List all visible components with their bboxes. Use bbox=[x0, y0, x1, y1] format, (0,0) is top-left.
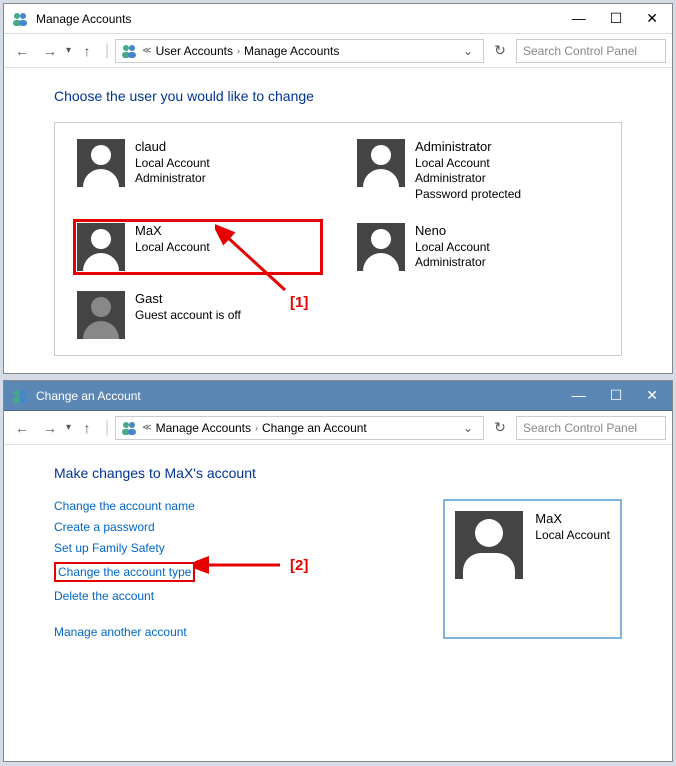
chevron-icon: ≪ bbox=[142, 422, 151, 433]
account-tile[interactable]: AdministratorLocal AccountAdministratorP… bbox=[353, 135, 603, 207]
action-link[interactable]: Delete the account bbox=[54, 589, 195, 603]
account-detail: Local Account bbox=[135, 156, 210, 172]
breadcrumb-segment[interactable]: User Accounts bbox=[156, 44, 233, 58]
user-accounts-icon bbox=[120, 420, 138, 436]
account-detail: Local Account bbox=[415, 240, 490, 256]
avatar-icon bbox=[77, 223, 125, 271]
minimize-button[interactable]: — bbox=[566, 10, 592, 27]
search-input[interactable]: Search Control Panel bbox=[516, 416, 666, 440]
account-info: MaX Local Account bbox=[535, 511, 610, 543]
refresh-button[interactable]: ↻ bbox=[488, 39, 512, 63]
selected-account-tile[interactable]: MaX Local Account bbox=[443, 499, 622, 639]
window-manage-accounts: Manage Accounts — ☐ ✕ ← → ▾ ↑ | ≪ User A… bbox=[3, 3, 673, 374]
breadcrumb-segment[interactable]: Manage Accounts bbox=[156, 421, 251, 435]
action-link[interactable]: Change the account type bbox=[54, 562, 195, 582]
minimize-button[interactable]: — bbox=[566, 387, 592, 404]
account-detail: Administrator bbox=[415, 255, 490, 271]
back-button[interactable]: ← bbox=[10, 39, 34, 63]
avatar-icon bbox=[357, 139, 405, 187]
account-name: MaX bbox=[135, 223, 210, 240]
breadcrumb-dropdown[interactable]: ⌄ bbox=[457, 421, 479, 435]
account-detail: Local Account bbox=[135, 240, 210, 256]
account-detail: Guest account is off bbox=[135, 308, 241, 324]
window-controls: — ☐ ✕ bbox=[566, 10, 664, 27]
avatar-icon bbox=[77, 139, 125, 187]
titlebar[interactable]: Change an Account — ☐ ✕ bbox=[4, 381, 672, 411]
user-accounts-icon bbox=[12, 388, 28, 404]
action-link[interactable]: Set up Family Safety bbox=[54, 541, 195, 555]
maximize-button[interactable]: ☐ bbox=[604, 387, 629, 404]
account-name: Neno bbox=[415, 223, 490, 240]
search-input[interactable]: Search Control Panel bbox=[516, 39, 666, 63]
refresh-button[interactable]: ↻ bbox=[488, 416, 512, 440]
account-name: Gast bbox=[135, 291, 241, 308]
manage-another-link[interactable]: Manage another account bbox=[54, 625, 195, 639]
up-button[interactable]: ↑ bbox=[75, 416, 99, 440]
account-tile[interactable]: claudLocal AccountAdministrator bbox=[73, 135, 323, 207]
history-dropdown[interactable]: ▾ bbox=[66, 422, 71, 433]
close-button[interactable]: ✕ bbox=[640, 10, 664, 27]
account-name: MaX bbox=[535, 511, 610, 528]
account-detail: Password protected bbox=[415, 187, 521, 203]
user-accounts-icon bbox=[120, 43, 138, 59]
maximize-button[interactable]: ☐ bbox=[604, 10, 629, 27]
breadcrumb-segment[interactable]: Manage Accounts bbox=[244, 44, 339, 58]
window-title: Manage Accounts bbox=[36, 12, 566, 26]
navbar: ← → ▾ ↑ | ≪ Manage Accounts › Change an … bbox=[4, 411, 672, 445]
forward-button[interactable]: → bbox=[38, 39, 62, 63]
account-name: Administrator bbox=[415, 139, 521, 156]
up-button[interactable]: ↑ bbox=[75, 39, 99, 63]
page-heading: Make changes to MaX's account bbox=[54, 465, 622, 481]
account-info: claudLocal AccountAdministrator bbox=[135, 139, 210, 203]
back-button[interactable]: ← bbox=[10, 416, 34, 440]
window-controls: — ☐ ✕ bbox=[566, 387, 664, 404]
history-dropdown[interactable]: ▾ bbox=[66, 45, 71, 56]
breadcrumb-segment[interactable]: Change an Account bbox=[262, 421, 367, 435]
window-change-account: Change an Account — ☐ ✕ ← → ▾ ↑ | ≪ Mana… bbox=[3, 380, 673, 762]
window-title: Change an Account bbox=[36, 389, 566, 403]
account-tile[interactable]: NenoLocal AccountAdministrator bbox=[353, 219, 603, 275]
avatar-icon bbox=[455, 511, 523, 579]
chevron-icon: ≪ bbox=[142, 45, 151, 56]
close-button[interactable]: ✕ bbox=[640, 387, 664, 404]
breadcrumb-dropdown[interactable]: ⌄ bbox=[457, 44, 479, 58]
action-link[interactable]: Change the account name bbox=[54, 499, 195, 513]
forward-button[interactable]: → bbox=[38, 416, 62, 440]
account-info: AdministratorLocal AccountAdministratorP… bbox=[415, 139, 521, 203]
account-info: MaXLocal Account bbox=[135, 223, 210, 271]
chevron-right-icon: › bbox=[237, 46, 240, 56]
account-type: Local Account bbox=[535, 528, 610, 544]
action-link[interactable]: Create a password bbox=[54, 520, 195, 534]
breadcrumb[interactable]: ≪ User Accounts › Manage Accounts ⌄ bbox=[115, 39, 484, 63]
chevron-right-icon: › bbox=[255, 423, 258, 433]
user-accounts-icon bbox=[12, 11, 28, 27]
titlebar[interactable]: Manage Accounts — ☐ ✕ bbox=[4, 4, 672, 34]
breadcrumb[interactable]: ≪ Manage Accounts › Change an Account ⌄ bbox=[115, 416, 484, 440]
action-links: Change the account name Create a password… bbox=[54, 499, 195, 639]
account-info: NenoLocal AccountAdministrator bbox=[415, 223, 490, 271]
account-detail: Administrator bbox=[135, 171, 210, 187]
account-tile[interactable]: GastGuest account is off bbox=[73, 287, 323, 343]
navbar: ← → ▾ ↑ | ≪ User Accounts › Manage Accou… bbox=[4, 34, 672, 68]
account-detail: Administrator bbox=[415, 171, 521, 187]
account-tile[interactable]: MaXLocal Account bbox=[73, 219, 323, 275]
account-name: claud bbox=[135, 139, 210, 156]
account-detail: Local Account bbox=[415, 156, 521, 172]
account-info: GastGuest account is off bbox=[135, 291, 241, 339]
accounts-list: claudLocal AccountAdministratorAdministr… bbox=[54, 122, 622, 356]
content-area: Make changes to MaX's account Change the… bbox=[4, 445, 672, 659]
avatar-icon bbox=[77, 291, 125, 339]
page-heading: Choose the user you would like to change bbox=[54, 88, 622, 104]
avatar-icon bbox=[357, 223, 405, 271]
content-area: Choose the user you would like to change… bbox=[4, 68, 672, 376]
